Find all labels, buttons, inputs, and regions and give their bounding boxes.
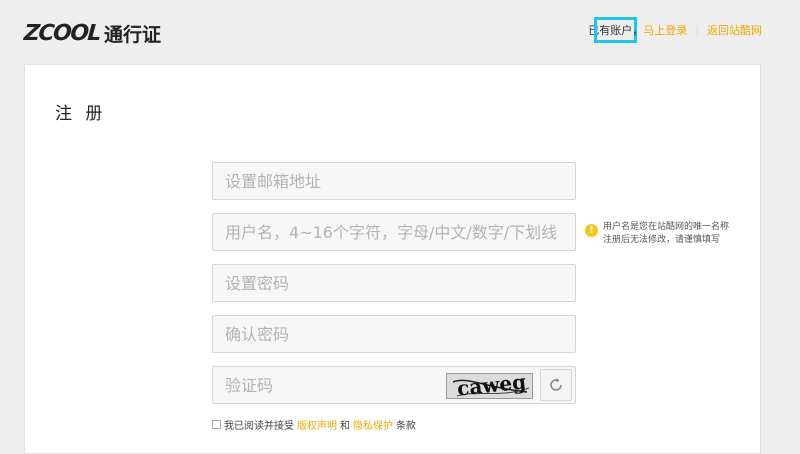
password-field[interactable] — [213, 265, 575, 301]
username-field-wrapper — [212, 213, 576, 251]
refresh-captcha-button[interactable] — [540, 369, 572, 401]
warning-icon: ! — [585, 224, 598, 237]
page-title: 注 册 — [55, 104, 107, 124]
top-bar: ZCOOL 通行证 已 有账户 ， 马上登录 | 返回站酷网 — [0, 0, 800, 64]
username-tip: ! 用户名是您在站酷网的唯一名称 注册后无法修改，请谨慎填写 — [585, 221, 735, 247]
have-account-comma: ， — [632, 24, 644, 37]
privacy-link[interactable]: 隐私保护 — [353, 417, 393, 432]
agreement-prefix: 我已阅读并接受 — [224, 421, 294, 432]
captcha-field-wrapper: caweg — [212, 366, 576, 404]
username-field[interactable] — [213, 214, 575, 250]
link-separator: | — [695, 23, 699, 37]
confirm-password-field[interactable] — [213, 316, 575, 352]
confirm-password-field-wrapper — [212, 315, 576, 353]
agreement-row: 我已阅读并接受 版权声明 和 隐私保护 条款 — [212, 417, 416, 432]
agreement-and: 和 — [340, 421, 350, 432]
have-account-prefix: 已 — [588, 24, 600, 37]
captcha-image[interactable]: caweg — [446, 369, 533, 401]
email-field[interactable] — [213, 163, 575, 199]
logo-brand: ZCOOL — [23, 20, 101, 46]
logo-subtitle: 通行证 — [104, 23, 162, 46]
have-account-highlight: 有账户 — [594, 17, 638, 43]
zcool-logo[interactable]: ZCOOL 通行证 — [23, 18, 162, 48]
copyright-link[interactable]: 版权声明 — [297, 417, 337, 432]
register-card: 注 册 ! 用户名是您在站酷网的唯一名称 注册后无法修改，请谨慎填写 caweg — [24, 64, 761, 454]
back-to-zcool-link[interactable]: 返回站酷网 — [707, 22, 762, 38]
agreement-suffix: 条款 — [396, 421, 416, 432]
username-tip-text: 用户名是您在站酷网的唯一名称 注册后无法修改，请谨慎填写 — [603, 222, 730, 245]
account-links: 已 有账户 ， 马上登录 | 返回站酷网 — [588, 17, 762, 43]
agree-checkbox[interactable] — [212, 420, 221, 429]
login-link[interactable]: 马上登录 — [643, 22, 687, 38]
email-field-wrapper — [212, 162, 576, 200]
refresh-icon — [550, 378, 562, 391]
captcha-field[interactable] — [213, 367, 438, 403]
password-field-wrapper — [212, 264, 576, 302]
